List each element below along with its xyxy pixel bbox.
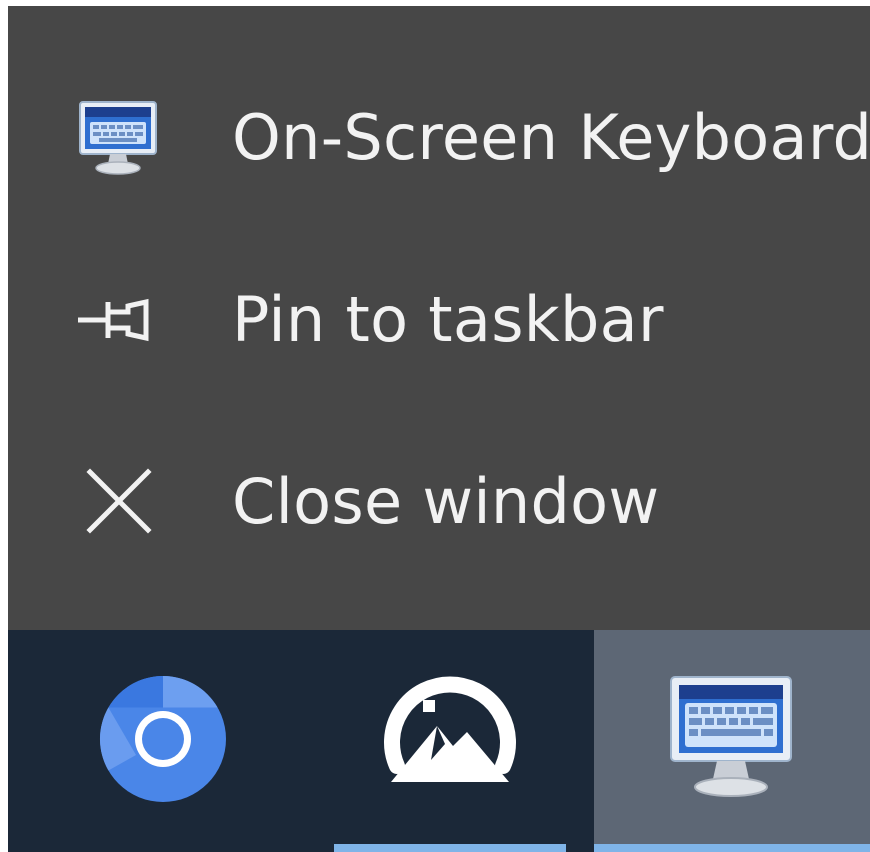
taskbar-button-photos[interactable] — [334, 630, 566, 852]
jump-list-menu: On-Screen Keyboard Pin to taskbar Close … — [8, 6, 870, 630]
taskbar — [8, 630, 870, 852]
close-icon — [68, 452, 168, 552]
jump-list-item-pin-to-taskbar[interactable]: Pin to taskbar — [8, 234, 870, 406]
pin-icon — [68, 270, 168, 370]
photos-app-icon — [375, 674, 525, 808]
taskbar-button-chromium[interactable] — [68, 630, 258, 852]
jump-list-item-label: Pin to taskbar — [232, 283, 664, 356]
running-indicator — [594, 844, 870, 852]
on-screen-keyboard-icon — [68, 88, 168, 188]
screenshot-frame: On-Screen Keyboard Pin to taskbar Close … — [8, 6, 870, 852]
jump-list-item-close-window[interactable]: Close window — [8, 416, 870, 588]
jump-list-item-label: On-Screen Keyboard — [232, 101, 870, 174]
chromium-icon — [98, 674, 228, 808]
jump-list-item-on-screen-keyboard[interactable]: On-Screen Keyboard — [8, 52, 870, 224]
running-indicator — [334, 844, 566, 852]
taskbar-button-on-screen-keyboard[interactable] — [594, 630, 870, 852]
on-screen-keyboard-icon — [657, 669, 807, 813]
jump-list-item-label: Close window — [232, 465, 660, 538]
